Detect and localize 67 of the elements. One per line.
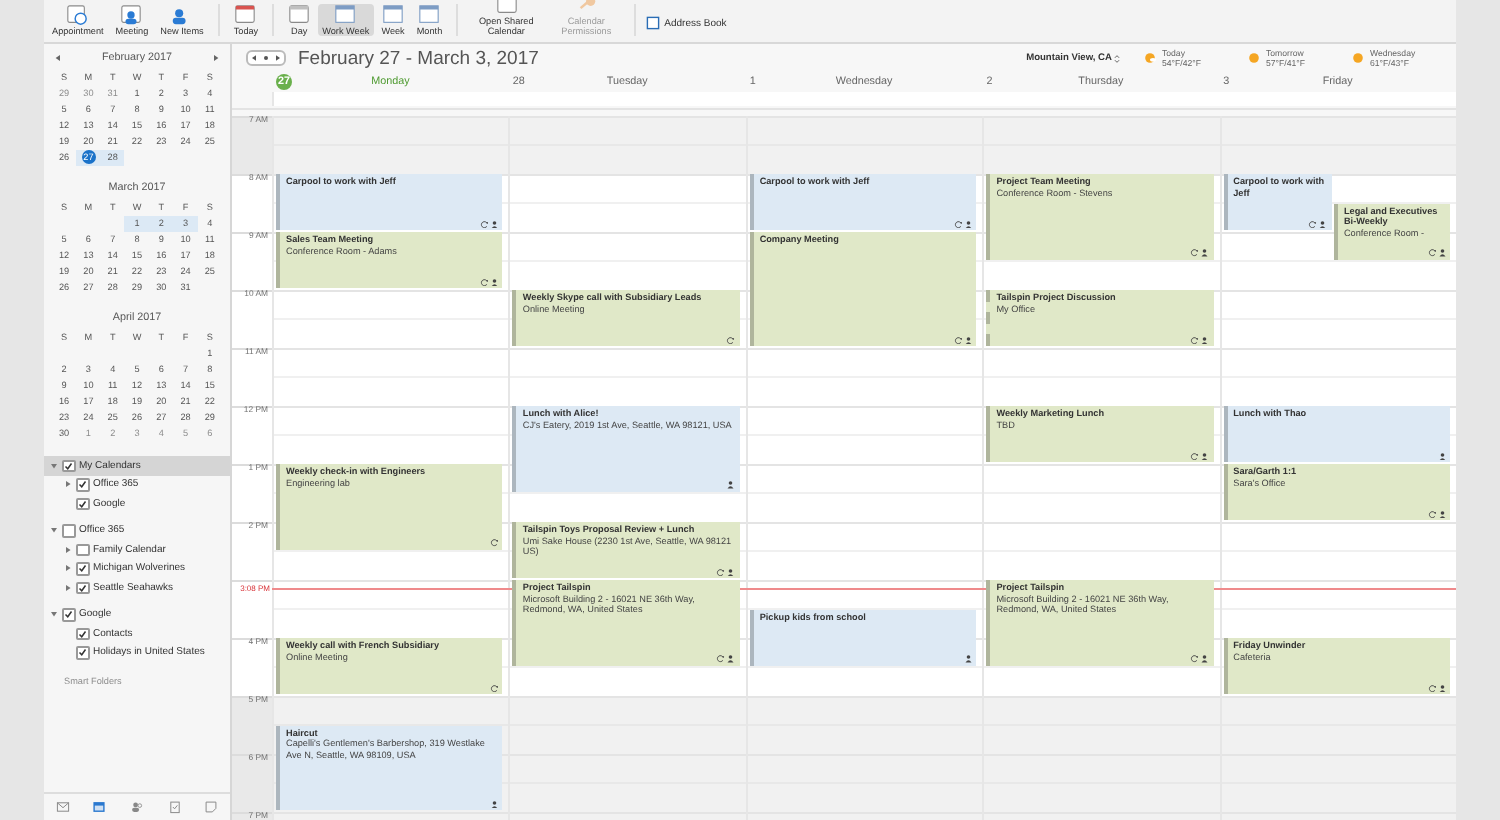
recurring-icon bbox=[1427, 248, 1437, 257]
checkbox[interactable] bbox=[76, 562, 89, 575]
person-icon bbox=[726, 480, 736, 489]
recurring-icon bbox=[1427, 683, 1437, 692]
disclosure-icon[interactable] bbox=[64, 545, 72, 554]
sun-icon bbox=[1248, 52, 1260, 64]
mail-icon[interactable] bbox=[55, 800, 70, 814]
checkbox[interactable] bbox=[62, 459, 75, 472]
previous-button[interactable] bbox=[248, 52, 260, 64]
recurring-icon bbox=[479, 277, 489, 286]
note-icon[interactable] bbox=[204, 800, 219, 814]
people-icon[interactable] bbox=[129, 800, 144, 814]
recurring-icon bbox=[716, 567, 726, 576]
next-icon[interactable] bbox=[212, 54, 220, 62]
person-icon bbox=[1200, 654, 1210, 663]
checkbox[interactable] bbox=[76, 627, 89, 640]
person-icon bbox=[1318, 219, 1328, 228]
person-icon bbox=[1200, 248, 1210, 257]
calendar-icon[interactable] bbox=[92, 800, 107, 814]
recurring-icon bbox=[1190, 335, 1200, 344]
recurring-icon bbox=[489, 683, 499, 692]
day-column[interactable] bbox=[508, 116, 746, 820]
person-icon bbox=[489, 277, 499, 286]
sun-cloud-icon bbox=[1144, 52, 1156, 64]
recurring-icon bbox=[1190, 248, 1200, 257]
recurring-icon bbox=[1190, 451, 1200, 460]
checkbox[interactable] bbox=[62, 524, 75, 537]
recurring-icon bbox=[1308, 219, 1318, 228]
person-icon bbox=[963, 219, 973, 228]
clipboard-icon[interactable] bbox=[167, 800, 182, 814]
checkbox[interactable] bbox=[76, 497, 89, 510]
disclosure-icon[interactable] bbox=[64, 564, 72, 573]
disclosure-icon[interactable] bbox=[64, 480, 72, 489]
disclosure-icon[interactable] bbox=[64, 583, 72, 592]
person-icon bbox=[1437, 248, 1447, 257]
date-range-title: February 27 - March 3, 2017 bbox=[298, 47, 539, 69]
person-icon bbox=[963, 335, 973, 344]
person-icon bbox=[1200, 335, 1210, 344]
day-column[interactable] bbox=[272, 116, 509, 820]
next-button[interactable] bbox=[272, 52, 284, 64]
recurring-icon bbox=[726, 335, 736, 344]
recurring-icon bbox=[479, 219, 489, 228]
person-icon bbox=[1200, 451, 1210, 460]
person-icon bbox=[1437, 683, 1447, 692]
previous-icon[interactable] bbox=[54, 54, 62, 62]
checkbox[interactable] bbox=[76, 478, 89, 491]
checkbox[interactable] bbox=[76, 581, 89, 594]
recurring-icon bbox=[953, 335, 963, 344]
person-icon bbox=[726, 567, 736, 576]
recurring-icon bbox=[953, 219, 963, 228]
checkbox[interactable] bbox=[62, 608, 75, 621]
up-down-icon bbox=[1114, 53, 1120, 63]
person-icon bbox=[489, 219, 499, 228]
book-icon bbox=[646, 16, 661, 30]
sun-icon bbox=[1352, 52, 1364, 64]
person-icon bbox=[1437, 451, 1447, 460]
person-icon bbox=[963, 654, 973, 663]
today-button[interactable] bbox=[260, 52, 272, 64]
checkbox[interactable] bbox=[76, 646, 89, 659]
recurring-icon bbox=[1427, 509, 1437, 518]
recurring-icon bbox=[1190, 654, 1200, 663]
checkbox[interactable] bbox=[76, 543, 89, 556]
person-icon bbox=[489, 799, 499, 808]
recurring-icon bbox=[716, 654, 726, 663]
person-icon bbox=[1437, 509, 1447, 518]
person-icon bbox=[726, 654, 736, 663]
recurring-icon bbox=[489, 538, 499, 547]
